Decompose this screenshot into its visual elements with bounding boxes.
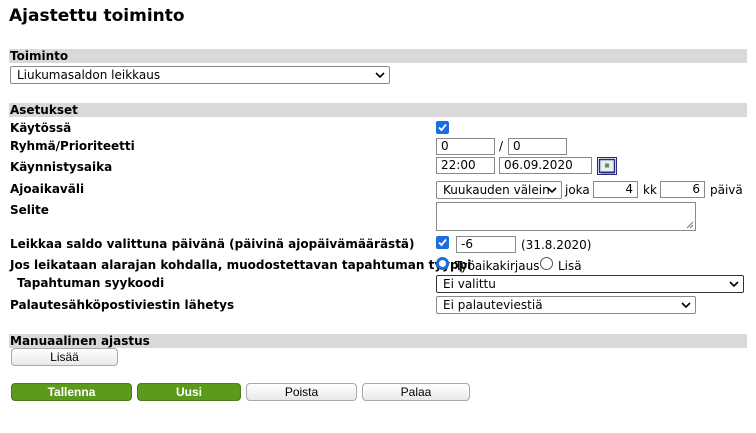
chevron-down-icon	[681, 302, 691, 309]
toiminto-select-value: Liukumasaldon leikkaus	[17, 68, 161, 82]
joka-label: joka	[565, 183, 590, 197]
syykoodi-select-value: Ei valittu	[443, 277, 496, 291]
poista-button[interactable]: Poista	[246, 383, 357, 401]
chevron-down-icon	[547, 187, 557, 194]
resize-handle-icon	[686, 221, 694, 229]
leikkaa-days-input[interactable]: -6	[456, 236, 516, 253]
toiminto-select[interactable]: Liukumasaldon leikkaus	[10, 66, 390, 84]
manuaalinen-header-label: Manuaalinen ajastus	[10, 334, 150, 348]
chevron-down-icon	[729, 281, 739, 288]
radio-lisa[interactable]	[540, 257, 553, 270]
kk-label: kk	[643, 183, 657, 197]
ryhma-input[interactable]: 0	[436, 138, 495, 155]
prioriteetti-input[interactable]: 0	[508, 138, 567, 155]
toiminto-header-label: Toiminto	[10, 49, 69, 63]
kaynnistysaika-label: Käynnistysaika	[10, 160, 113, 174]
palaute-select[interactable]: Ei palauteviestiä	[436, 296, 696, 314]
manuaalinen-section-header: Manuaalinen ajastus	[9, 334, 747, 348]
interval-select-value: Kuukauden välein	[443, 183, 550, 197]
ryhma-prioriteetti-label: Ryhmä/Prioriteetti	[10, 139, 135, 153]
radio-tyoaikakirjaus-label: Työaikakirjaus	[455, 259, 540, 273]
asetukset-section-header: Asetukset	[9, 103, 747, 117]
asetukset-header-label: Asetukset	[10, 103, 78, 117]
time-input[interactable]: 22:00	[436, 157, 495, 174]
palaa-button[interactable]: Palaa	[362, 383, 470, 401]
radio-tyoaikakirjaus[interactable]	[436, 257, 449, 270]
palaute-label: Palautesähköpostiviestin lähetys	[10, 298, 235, 312]
selite-textarea[interactable]	[436, 202, 696, 231]
leikkaa-checkbox[interactable]	[436, 236, 449, 249]
toiminto-section-header: Toiminto	[9, 49, 747, 63]
syykoodi-label: Tapahtuman syykoodi	[17, 276, 165, 290]
selite-label: Selite	[10, 203, 49, 217]
calendar-icon[interactable]	[597, 157, 617, 175]
radio-lisa-label: Lisä	[558, 259, 582, 273]
checkmark-icon	[438, 123, 447, 132]
checkmark-icon	[438, 238, 447, 247]
kaytossa-checkbox[interactable]	[436, 121, 449, 134]
tallenna-button[interactable]: Tallenna	[11, 383, 132, 401]
leikkaa-label: Leikkaa saldo valittuna päivänä (päivinä…	[10, 237, 415, 251]
palaute-select-value: Ei palauteviestiä	[443, 298, 543, 312]
uusi-button[interactable]: Uusi	[137, 383, 241, 401]
tyyppi-label: Jos leikataan alarajan kohdalla, muodost…	[10, 258, 472, 272]
chevron-down-icon	[375, 72, 385, 79]
page-title: Ajastettu toiminto	[9, 6, 185, 26]
leikkaa-date-text: (31.8.2020)	[521, 238, 592, 252]
syykoodi-select[interactable]: Ei valittu	[436, 275, 744, 293]
paiva-input[interactable]: 6	[660, 181, 705, 198]
lisaa-button[interactable]: Lisää	[11, 348, 118, 366]
kaytossa-label: Käytössä	[10, 121, 72, 135]
interval-select[interactable]: Kuukauden välein	[436, 181, 562, 199]
joka-input[interactable]: 4	[593, 181, 638, 198]
date-input[interactable]: 06.09.2020	[499, 157, 592, 174]
ryhma-separator: /	[499, 139, 504, 153]
paiva-label: päivä	[710, 183, 743, 197]
ajoaikavali-label: Ajoaikaväli	[10, 182, 85, 196]
